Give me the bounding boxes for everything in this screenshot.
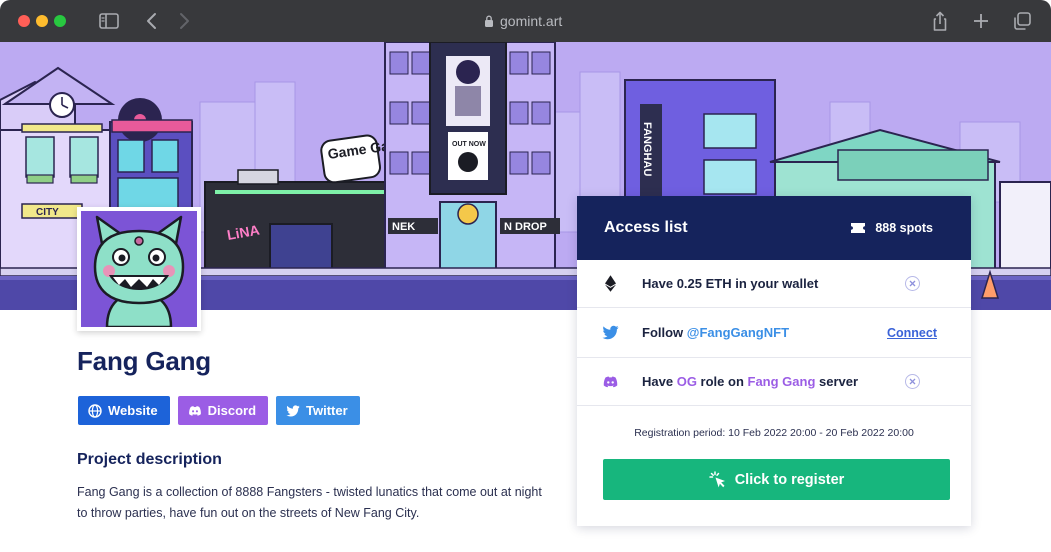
city-sign: CITY — [36, 207, 59, 218]
access-list-card: Access list 888 spots Have 0.25 ETH in y… — [577, 196, 971, 526]
requirement-twitter-text: Follow @FangGangNFT — [642, 325, 887, 340]
tabs-icon[interactable] — [1011, 10, 1033, 32]
ticket-icon — [851, 223, 866, 233]
access-list-header: Access list 888 spots — [577, 196, 971, 260]
drop-sign: N DROP — [504, 221, 547, 233]
close-window-button[interactable] — [18, 15, 30, 27]
register-label: Click to register — [734, 471, 845, 488]
description-text: Fang Gang is a collection of 8888 Fangst… — [77, 485, 542, 520]
ethereum-icon — [601, 275, 619, 293]
out-now-sign: OUT NOW — [452, 141, 486, 148]
website-label: Website — [108, 403, 158, 418]
twitter-handle-link[interactable]: @FangGangNFT — [687, 325, 789, 340]
role-on-label: role on — [696, 374, 748, 389]
twitter-icon — [286, 404, 300, 417]
twitter-icon — [601, 324, 619, 342]
server-label: server — [815, 374, 859, 389]
description-heading: Project description — [77, 451, 222, 468]
og-role-label: OG — [676, 374, 697, 389]
twitter-button[interactable]: Twitter — [276, 396, 360, 425]
discord-icon — [188, 405, 201, 416]
fang-gang-server-link[interactable]: Fang Gang — [748, 374, 816, 389]
minimize-window-button[interactable] — [36, 15, 48, 27]
registration-period: Registration period: 10 Feb 2022 20:00 -… — [634, 427, 914, 439]
globe-icon — [88, 403, 102, 418]
browser-toolbar: gomint.art — [0, 0, 1051, 42]
sidebar-icon[interactable] — [98, 10, 120, 32]
spots-count: 888 spots — [850, 221, 933, 235]
requirement-twitter: Follow @FangGangNFT Connect — [577, 308, 971, 358]
click-cursor-icon — [708, 470, 725, 487]
requirement-discord: Have OG role on Fang Gang server — [577, 358, 971, 406]
requirement-eth: Have 0.25 ETH in your wallet — [577, 260, 971, 308]
new-tab-icon[interactable] — [970, 10, 992, 32]
nek-sign: NEK — [392, 221, 415, 233]
requirement-discord-text: Have OG role on Fang Gang server — [642, 374, 905, 389]
twitter-label: Twitter — [306, 403, 348, 418]
discord-icon — [601, 373, 619, 391]
spots-label: 888 spots — [875, 221, 933, 235]
project-avatar — [77, 207, 201, 331]
discord-label: Discord — [207, 403, 257, 418]
unmet-status-icon — [905, 276, 920, 291]
project-title: Fang Gang — [77, 346, 211, 376]
follow-label: Follow — [642, 325, 687, 340]
share-icon[interactable] — [929, 10, 951, 32]
fanghau-sign: FANGHAU — [641, 122, 653, 176]
register-button[interactable]: Click to register — [603, 459, 950, 500]
address-bar[interactable]: gomint.art — [484, 12, 562, 30]
unmet-status-icon — [905, 374, 920, 389]
requirement-eth-text: Have 0.25 ETH in your wallet — [642, 276, 819, 291]
back-icon[interactable] — [141, 10, 163, 32]
connect-twitter-link[interactable]: Connect — [887, 326, 937, 340]
fangster-avatar-image — [81, 211, 197, 327]
website-button[interactable]: Website — [78, 396, 170, 425]
url-text: gomint.art — [500, 13, 563, 29]
discord-button[interactable]: Discord — [177, 396, 269, 425]
have-label: Have — [642, 374, 677, 389]
forward-icon[interactable] — [173, 10, 195, 32]
project-links: Website Discord Twitter — [78, 396, 360, 425]
lock-icon — [485, 15, 493, 27]
access-list-title: Access list — [604, 219, 688, 236]
zoom-window-button[interactable] — [54, 15, 66, 27]
